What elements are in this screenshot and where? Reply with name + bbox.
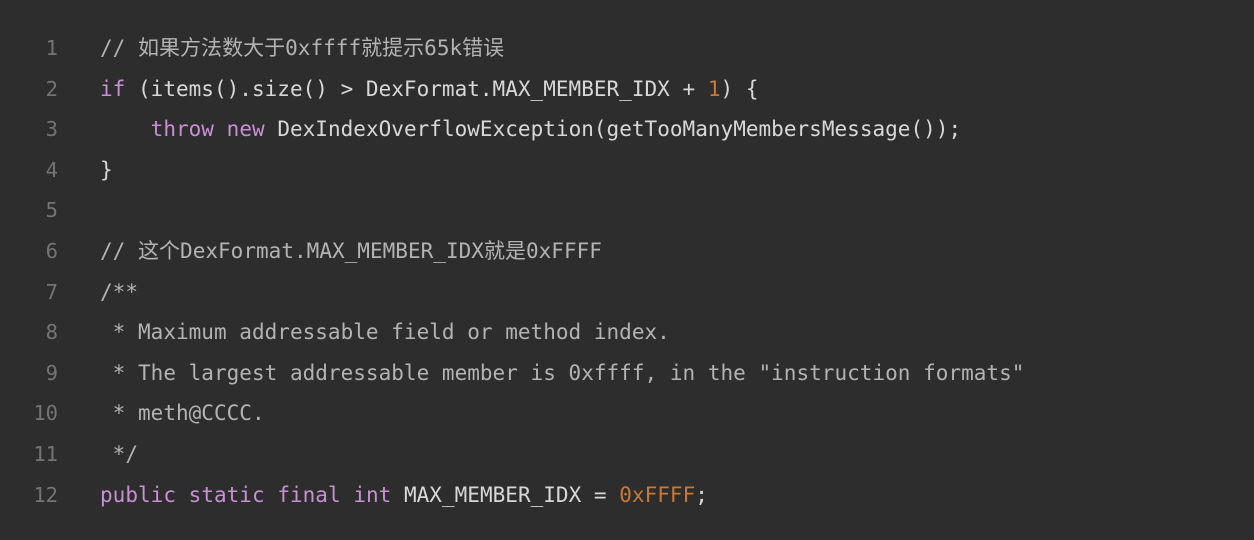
code-line-content[interactable]: // 如果方法数大于0xffff就提示65k错误 <box>100 28 1254 69</box>
code-token-comment: /** <box>100 279 138 304</box>
code-line-content[interactable]: * Maximum addressable field or method in… <box>100 312 1254 353</box>
code-token-plain: MAX_MEMBER_IDX = <box>391 482 620 507</box>
code-line-content[interactable]: * The largest addressable member is 0xff… <box>100 353 1254 394</box>
code-line[interactable]: 6 // 这个DexFormat.MAX_MEMBER_IDX就是0xFFFF <box>0 231 1254 272</box>
code-token-plain: } <box>100 157 113 182</box>
line-number: 6 <box>45 238 58 263</box>
code-token-plain: ; <box>695 482 708 507</box>
code-line[interactable]: 10 * meth@CCCC. <box>0 393 1254 434</box>
code-line[interactable]: 7 /** <box>0 272 1254 313</box>
code-lines-container: 1 // 如果方法数大于0xffff就提示65k错误 2 if (items().si… <box>0 28 1254 515</box>
code-line-content[interactable]: public static final int MAX_MEMBER_IDX =… <box>100 475 1254 516</box>
code-token-comment: */ <box>100 441 138 466</box>
code-token-comment: * Maximum addressable field or method in… <box>100 320 670 345</box>
line-number: 2 <box>45 76 58 101</box>
code-token-keyword: if <box>100 76 126 101</box>
line-number: 9 <box>45 360 58 385</box>
line-number: 4 <box>45 157 58 182</box>
code-line[interactable]: 2 if (items().size() > DexFormat.MAX_MEMB… <box>0 69 1254 110</box>
code-line-content[interactable]: throw new DexIndexOverflowException(getT… <box>100 109 1254 150</box>
code-line-content[interactable]: */ <box>100 434 1254 475</box>
code-token-keyword: final <box>277 482 341 507</box>
code-token-comment: // 如果方法数大于0xffff就提示65k错误 <box>100 36 505 60</box>
code-token-keyword: public <box>100 482 176 507</box>
code-token-comment: // 这个DexFormat.MAX_MEMBER_IDX就是0xFFFF <box>100 238 602 263</box>
code-line-content[interactable]: /** <box>100 272 1254 313</box>
code-line[interactable]: 1 // 如果方法数大于0xffff就提示65k错误 <box>0 28 1254 69</box>
code-snippet-viewer[interactable]: 1 // 如果方法数大于0xffff就提示65k错误 2 if (items().si… <box>0 0 1254 540</box>
code-token-keyword: int <box>353 482 392 507</box>
code-line[interactable]: 9 * The largest addressable member is 0x… <box>0 353 1254 394</box>
code-line-content[interactable]: // 这个DexFormat.MAX_MEMBER_IDX就是0xFFFF <box>100 231 1254 272</box>
line-number: 12 <box>33 482 58 507</box>
code-line[interactable]: 4} <box>0 150 1254 191</box>
line-number: 10 <box>33 401 58 426</box>
code-line[interactable]: 11 */ <box>0 434 1254 475</box>
code-line[interactable]: 5 <box>0 190 1254 231</box>
line-number: 11 <box>33 441 58 466</box>
code-token-keyword: throw <box>150 117 214 142</box>
code-token-comment: * meth@CCCC. <box>100 401 265 426</box>
code-line-content[interactable]: if (items().size() > DexFormat.MAX_MEMBE… <box>100 69 1254 110</box>
code-token-plain: ) { <box>720 76 759 101</box>
code-token-comment: * The largest addressable member is 0xff… <box>100 360 1025 385</box>
code-token-number: 0xFFFF <box>619 482 696 507</box>
code-token-plain: DexIndexOverflowException(getTooManyMemb… <box>264 117 962 142</box>
code-token-keyword: static <box>188 482 265 507</box>
line-number: 1 <box>45 36 58 60</box>
line-number: 7 <box>45 279 58 304</box>
line-number: 8 <box>45 320 58 345</box>
code-line[interactable]: 8 * Maximum addressable field or method … <box>0 312 1254 353</box>
line-number: 3 <box>45 117 58 142</box>
code-line[interactable]: 12 public static final int MAX_MEMBER_IDX… <box>0 475 1254 516</box>
code-token-keyword: new <box>226 117 265 142</box>
code-line-content[interactable]: * meth@CCCC. <box>100 393 1254 434</box>
line-number: 5 <box>45 198 58 223</box>
code-line[interactable]: 3 throw new DexIndexOverflowException(ge… <box>0 109 1254 150</box>
code-token-number: 1 <box>707 76 721 101</box>
code-token-plain: (items().size() > DexFormat.MAX_MEMBER_I… <box>125 76 708 101</box>
code-line-content[interactable]: } <box>100 150 1254 191</box>
